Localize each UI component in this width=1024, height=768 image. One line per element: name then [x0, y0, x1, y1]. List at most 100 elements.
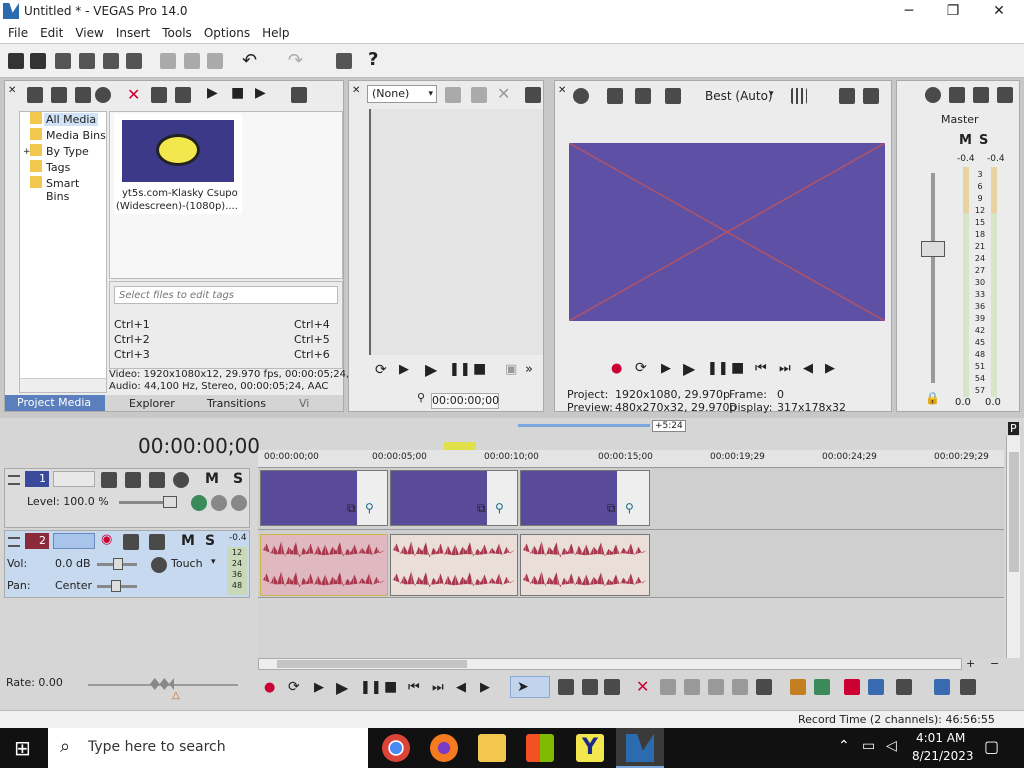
trim-end-icon[interactable]	[708, 679, 724, 695]
firefox-icon[interactable]	[430, 734, 458, 762]
tl-play-icon[interactable]: ▶	[336, 678, 348, 697]
trimmer-close-icon[interactable]: ✕	[352, 85, 360, 96]
tree-item-all-media[interactable]: All Media	[44, 113, 99, 126]
video-track-name-field[interactable]	[53, 471, 95, 487]
vol-slider-handle[interactable]	[113, 558, 123, 570]
media-properties-icon[interactable]	[175, 87, 191, 103]
next-frame-icon[interactable]: ▶	[825, 361, 835, 376]
save-snapshot-icon[interactable]	[863, 88, 879, 104]
stop-preview-icon[interactable]: ■	[231, 85, 244, 101]
clock-date[interactable]: 8/21/2023	[912, 749, 974, 763]
save-icon[interactable]	[55, 53, 71, 69]
trimmer-loop-icon[interactable]: ⟳	[375, 362, 387, 378]
preview-stop-icon[interactable]: ■	[731, 360, 744, 376]
panel-close-icon[interactable]: ✕	[8, 85, 16, 96]
hscroll-thumb[interactable]	[277, 660, 467, 668]
import-media-icon[interactable]	[27, 87, 43, 103]
master-lock-icon[interactable]: 🔒	[925, 391, 940, 405]
video-level-handle[interactable]	[163, 496, 177, 508]
audio-clip-3[interactable]	[520, 534, 650, 596]
cursor-icon[interactable]	[471, 87, 487, 103]
tl-stop-icon[interactable]: ■	[384, 679, 397, 695]
timeline-vscrollbar[interactable]	[1006, 436, 1020, 658]
vol-slider[interactable]	[97, 558, 137, 570]
app-y-icon[interactable]: Y	[576, 734, 604, 762]
pan-slider[interactable]	[97, 580, 137, 592]
master-solo-label[interactable]: S	[979, 133, 988, 148]
file-explorer-icon[interactable]	[478, 734, 506, 762]
remove-icon[interactable]: ✕	[127, 85, 140, 104]
trimmer-options-icon[interactable]	[525, 87, 541, 103]
shortcut-ctrl6[interactable]: Ctrl+6	[294, 348, 330, 361]
master-settings-icon[interactable]	[925, 87, 941, 103]
tl-play-start-icon[interactable]: ▶	[314, 680, 324, 695]
audio-settings-icon[interactable]	[149, 534, 165, 550]
maximize-button[interactable]: ❐	[930, 0, 976, 23]
video-clip-3[interactable]: ⧉ ⚲	[520, 470, 650, 526]
audio-solo-label[interactable]: S	[205, 533, 215, 549]
media-thumbnail[interactable]: yt5s.com-Klasky Csupo (Widescreen)-(1080…	[114, 114, 242, 214]
selection-tool-icon[interactable]	[582, 679, 598, 695]
get-media-icon[interactable]	[75, 87, 91, 103]
trimmer-stop-icon[interactable]: ■	[473, 361, 486, 377]
clock-time[interactable]: 4:01 AM	[916, 731, 965, 745]
auto-crossfade-icon[interactable]	[868, 679, 884, 695]
media-fx-icon[interactable]	[151, 87, 167, 103]
fx-plug-icon[interactable]: ⚲	[365, 501, 374, 515]
audio-track-name-field[interactable]	[53, 533, 95, 549]
trimmer-play-start-icon[interactable]: ▶	[399, 362, 409, 377]
tab-project-media[interactable]: Project Media	[5, 395, 105, 411]
zoom-tool-icon[interactable]	[604, 679, 620, 695]
store-icon[interactable]	[526, 734, 554, 762]
marker-icon[interactable]: P	[1008, 422, 1019, 435]
menu-edit[interactable]: Edit	[34, 26, 69, 40]
trimmer-pause-icon[interactable]: ❚❚	[449, 362, 471, 377]
trim-start-icon[interactable]	[684, 679, 700, 695]
spellcheck-icon[interactable]	[445, 87, 461, 103]
undo-icon[interactable]: ↶	[242, 50, 257, 71]
auto-preview-icon[interactable]: ▶	[255, 85, 266, 101]
paste-icon[interactable]	[207, 53, 223, 69]
rate-slider[interactable]: △	[88, 678, 238, 701]
insert-marker-icon[interactable]	[790, 679, 806, 695]
overlays-icon[interactable]	[665, 88, 681, 104]
notifications-icon[interactable]: ▢	[984, 737, 999, 756]
tab-explorer[interactable]: Explorer	[129, 397, 175, 410]
tl-prev-frame-icon[interactable]: ◀	[456, 680, 466, 695]
tree-item-by-type[interactable]: By Type	[46, 145, 89, 158]
volume-icon[interactable]: ◁	[886, 738, 897, 754]
delete-icon[interactable]: ✕	[636, 677, 649, 696]
new-icon[interactable]	[8, 53, 24, 69]
video-solo-label[interactable]: S	[233, 471, 243, 487]
web-icon[interactable]	[95, 87, 111, 103]
menu-help[interactable]: Help	[256, 26, 295, 40]
lock-icon[interactable]	[756, 679, 772, 695]
tree-item-smart-bins[interactable]: Smart Bins	[46, 177, 106, 203]
copy-snapshot-icon[interactable]	[839, 88, 855, 104]
automation-mode[interactable]: Touch	[171, 557, 203, 570]
video-track-settings-icon[interactable]	[173, 472, 189, 488]
edit-tool-button[interactable]: ➤	[510, 676, 550, 698]
tl-pause-icon[interactable]: ❚❚	[360, 680, 382, 695]
menu-options[interactable]: Options	[198, 26, 256, 40]
crop-icon[interactable]: ⧉	[347, 501, 356, 516]
lock-envelopes-icon[interactable]	[960, 679, 976, 695]
go-to-start-icon[interactable]: ⏮	[755, 361, 767, 376]
tags-input[interactable]	[114, 286, 338, 304]
video-mute-label[interactable]: M	[205, 471, 219, 487]
play-from-start-icon[interactable]: ▶	[661, 361, 671, 376]
trimmer-frame-icon[interactable]: ▣	[505, 362, 517, 377]
menu-tools[interactable]: Tools	[156, 26, 198, 40]
timeline-ruler[interactable]: 00:00:00;00 00:00:05;00 00:00:10;00 00:0…	[258, 450, 1004, 468]
prev-frame-icon[interactable]: ◀	[803, 361, 813, 376]
envelope-tool-icon[interactable]	[558, 679, 574, 695]
speaker-icon[interactable]	[973, 87, 989, 103]
tl-record-icon[interactable]: ●	[264, 680, 275, 695]
grouping-icon[interactable]	[934, 679, 950, 695]
audio-mute-label[interactable]: M	[181, 533, 195, 549]
timeline-hscrollbar[interactable]	[258, 658, 962, 670]
snapping-icon[interactable]	[844, 679, 860, 695]
tab-video-fx[interactable]: Vi	[299, 397, 309, 410]
split-icon[interactable]	[732, 679, 748, 695]
ripple-edit-icon[interactable]	[896, 679, 912, 695]
